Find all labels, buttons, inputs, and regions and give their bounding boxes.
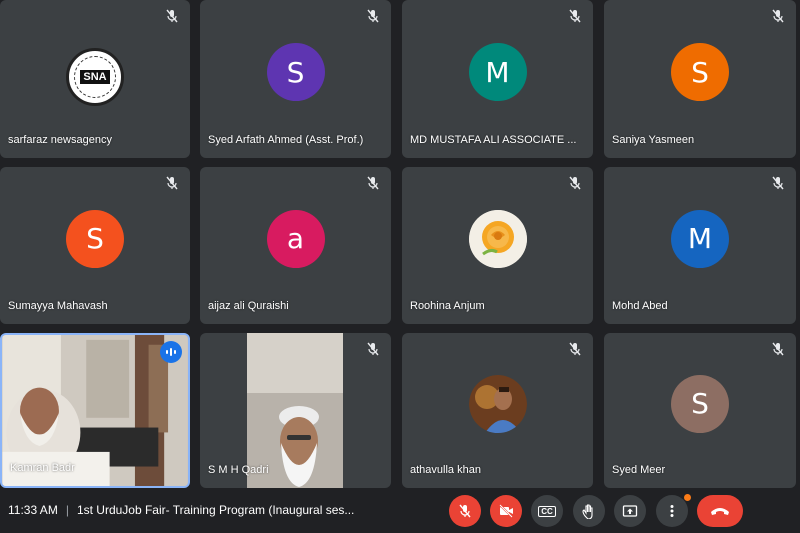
mic-off-icon — [459, 504, 471, 518]
more-options-button[interactable] — [656, 495, 688, 527]
mic-off-icon — [367, 342, 379, 356]
mic-off-icon — [569, 9, 581, 23]
end-call-button[interactable] — [697, 495, 743, 527]
avatar: S — [266, 43, 325, 102]
participant-name: Saniya Yasmeen — [612, 134, 695, 146]
avatar: S — [671, 43, 729, 102]
man-profile-photo — [468, 374, 527, 433]
mic-off-icon — [772, 9, 784, 23]
participant-name: Kamran Badr — [10, 462, 75, 474]
mic-off-icon — [569, 342, 581, 356]
captions-button[interactable]: CC — [531, 495, 563, 527]
participant-tile[interactable]: M MD MUSTAFA ALI ASSOCIATE ... — [402, 0, 593, 158]
participant-name: Roohina Anjum — [410, 300, 485, 312]
participant-tile[interactable]: M Mohd Abed — [604, 167, 796, 324]
participant-name: aijaz ali Quraishi — [208, 300, 289, 312]
meeting-info: 11:33 AM | 1st UrduJob Fair- Training Prog… — [8, 503, 354, 517]
participant-name: Syed Meer — [612, 464, 666, 476]
separator: | — [65, 503, 69, 517]
participant-name: Syed Arfath Ahmed (Asst. Prof.) — [208, 134, 364, 146]
participant-tile[interactable]: S Syed Arfath Ahmed (Asst. Prof.) — [200, 0, 391, 158]
avatar: S — [671, 374, 729, 433]
participant-name: S M H Qadri — [208, 464, 269, 476]
participant-name: athavulla khan — [410, 464, 481, 476]
participant-tile[interactable]: Roohina Anjum — [402, 167, 593, 324]
participant-tile[interactable]: S Syed Meer — [604, 333, 796, 488]
meeting-control-bar: 11:33 AM | 1st UrduJob Fair- Training Prog… — [0, 489, 800, 533]
speaking-indicator-icon — [160, 341, 182, 363]
camera-off-icon — [499, 504, 513, 518]
sna-logo: SNA — [66, 48, 124, 106]
participant-video-tile[interactable]: Kamran Badr — [0, 333, 190, 488]
avatar: M — [468, 43, 527, 102]
present-now-button[interactable] — [614, 495, 646, 527]
logo-text: SNA — [80, 70, 110, 84]
mic-off-icon — [367, 176, 379, 190]
mic-off-icon — [367, 9, 379, 23]
end-call-icon — [711, 508, 729, 515]
avatar: a — [266, 209, 325, 268]
participant-name: MD MUSTAFA ALI ASSOCIATE ... — [410, 134, 577, 146]
participant-tile[interactable]: S Saniya Yasmeen — [604, 0, 796, 158]
mic-off-icon — [166, 176, 178, 190]
participant-video-tile[interactable]: S M H Qadri — [200, 333, 391, 488]
mic-off-icon — [569, 176, 581, 190]
microphone-toggle-button[interactable] — [449, 495, 481, 527]
mic-off-icon — [166, 9, 178, 23]
notification-dot — [684, 494, 691, 501]
meeting-time: 11:33 AM — [8, 503, 58, 517]
participant-tile[interactable]: SNA sarfaraz newsagency — [0, 0, 190, 158]
captions-icon: CC — [538, 505, 556, 517]
raise-hand-button[interactable] — [573, 495, 605, 527]
present-icon — [622, 505, 638, 517]
camera-toggle-button[interactable] — [490, 495, 522, 527]
more-options-icon — [670, 505, 674, 517]
meeting-title: 1st UrduJob Fair- Training Program (Inau… — [76, 503, 355, 517]
raise-hand-icon — [582, 504, 593, 519]
mic-off-icon — [772, 342, 784, 356]
rose-profile-photo — [468, 209, 527, 268]
participant-name: sarfaraz newsagency — [8, 134, 112, 146]
participant-name: Sumayya Mahavash — [8, 300, 108, 312]
participant-tile[interactable]: S Sumayya Mahavash — [0, 167, 190, 324]
participant-tile[interactable]: athavulla khan — [402, 333, 593, 488]
participant-name: Mohd Abed — [612, 300, 668, 312]
mic-off-icon — [772, 176, 784, 190]
avatar: S — [66, 209, 124, 268]
participant-tile[interactable]: a aijaz ali Quraishi — [200, 167, 391, 324]
avatar: M — [671, 209, 729, 268]
